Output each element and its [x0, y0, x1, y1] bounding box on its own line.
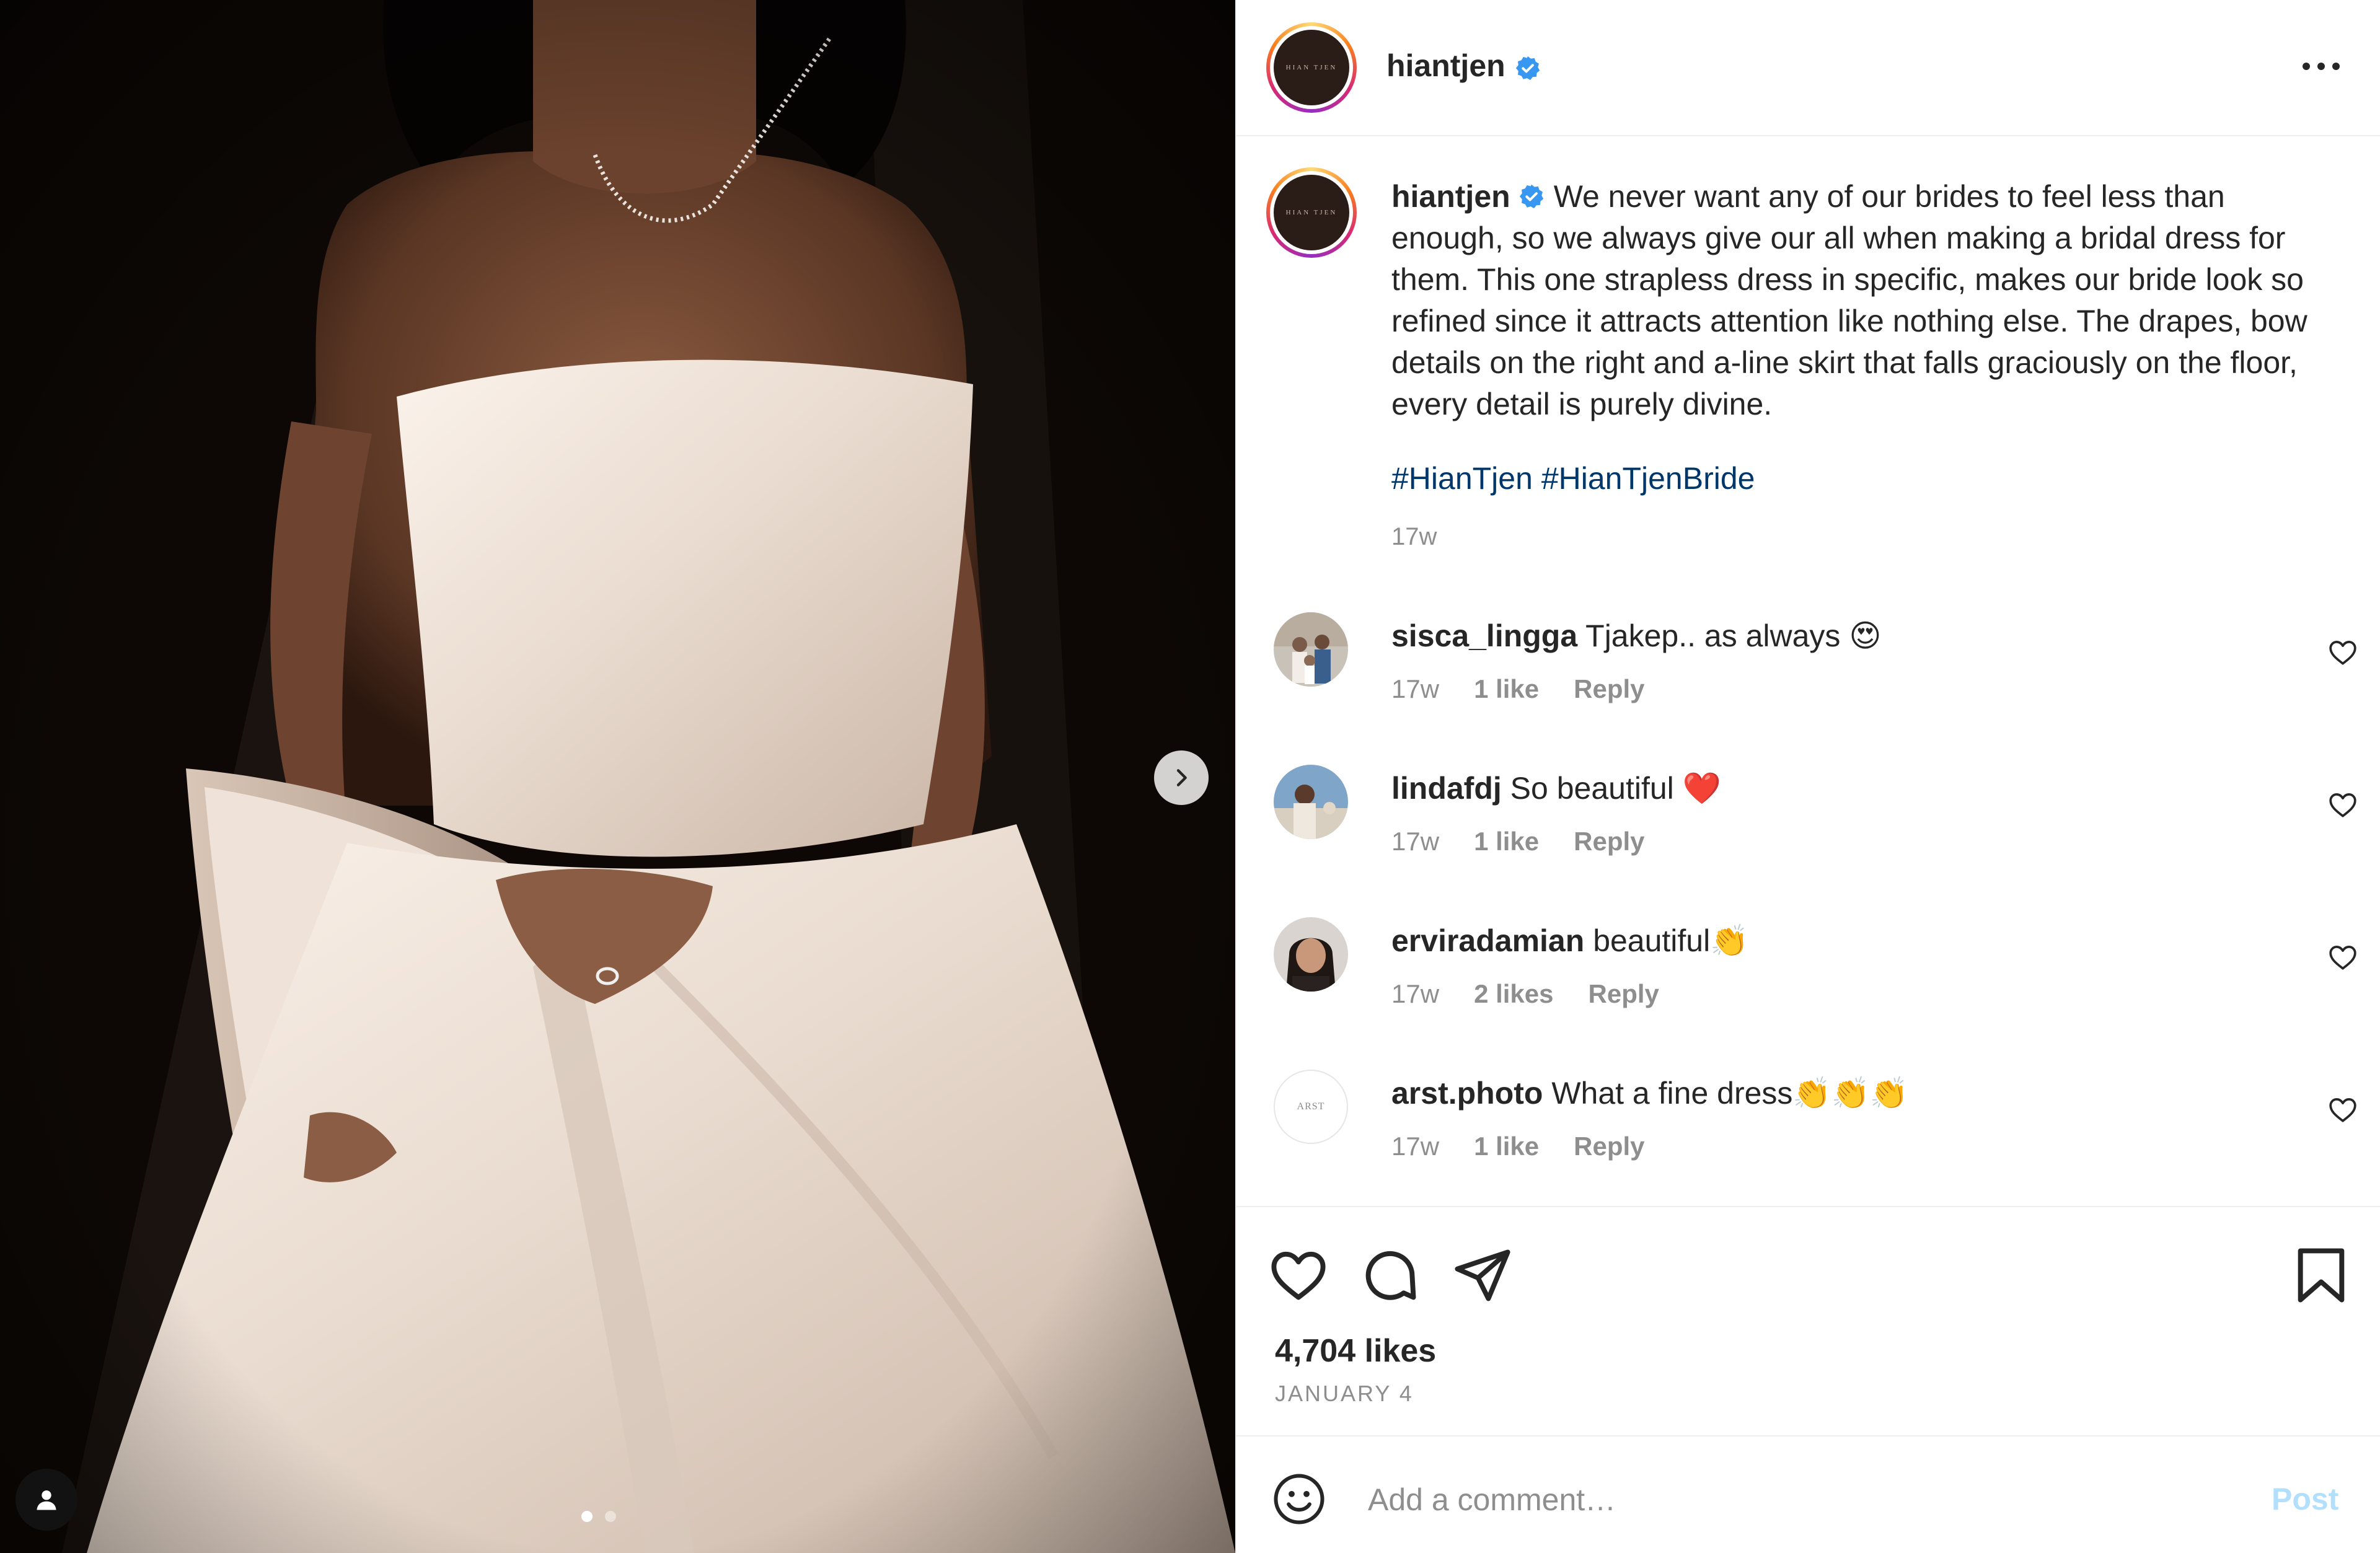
comment-reply-button[interactable]: Reply — [1574, 674, 1644, 704]
comment-like-count[interactable]: 1 like — [1474, 1132, 1539, 1161]
caption-text: hiantjen We never want any of our brides … — [1391, 176, 2334, 425]
user-tag-icon — [37, 1490, 56, 1510]
comment-reply-button[interactable]: Reply — [1589, 979, 1659, 1009]
carousel-dot — [605, 1511, 616, 1522]
commenter-avatar[interactable] — [1274, 917, 1348, 992]
like-count[interactable]: 4,704 likes — [1275, 1332, 1436, 1370]
hashtag-link[interactable]: #HianTjenBride — [1541, 461, 1755, 496]
commenter-avatar[interactable]: ARST — [1274, 1070, 1348, 1144]
post-actions: 4,704 likes JANUARY 4 — [1236, 1206, 2380, 1435]
comment-username[interactable]: arst.photo — [1391, 1076, 1543, 1111]
comment-reply-button[interactable]: Reply — [1574, 1132, 1644, 1161]
carousel-indicator — [581, 1511, 616, 1522]
caption-timestamp[interactable]: 17w — [1391, 523, 1437, 551]
comment-item: ARST arst.photo What a fine dress👏👏👏 17w… — [1236, 1070, 2380, 1194]
comment-like-count[interactable]: 1 like — [1474, 674, 1539, 704]
carousel-dot — [581, 1511, 593, 1522]
post-photo — [0, 0, 1235, 1553]
hashtag-link[interactable]: #HianTjen — [1391, 461, 1533, 496]
heart-icon[interactable] — [2327, 637, 2358, 668]
author-username-header[interactable]: hiantjen — [1386, 47, 1541, 84]
verified-badge-icon — [1515, 56, 1540, 80]
comment-meta: 17w 2 likes Reply — [1391, 979, 1659, 1009]
comment-bubble-icon[interactable] — [1359, 1244, 1421, 1306]
comment-text: lindafdj So beautiful ❤️ — [1391, 770, 1721, 807]
caption-username[interactable]: hiantjen — [1391, 179, 1510, 214]
instagram-post-modal: HIAN TJEN hiantjen HIAN TJEN hiantjen We… — [0, 0, 2380, 1553]
smiley-icon[interactable] — [1271, 1471, 1327, 1527]
heart-icon[interactable] — [2327, 790, 2358, 820]
heart-icon[interactable] — [1267, 1244, 1329, 1306]
comment-time[interactable]: 17w — [1391, 674, 1439, 704]
comment-body: Tjakep.. as always 😍 — [1585, 618, 1882, 653]
heart-icon[interactable] — [2327, 942, 2358, 973]
comment-username[interactable]: lindafdj — [1391, 771, 1502, 806]
post-details-panel: HIAN TJEN hiantjen HIAN TJEN hiantjen We… — [1235, 0, 2380, 1553]
comment-meta: 17w 1 like Reply — [1391, 1132, 1645, 1161]
comment-meta: 17w 1 like Reply — [1391, 827, 1645, 856]
comment-text: sisca_lingga Tjakep.. as always 😍 — [1391, 617, 1881, 654]
comment-time[interactable]: 17w — [1391, 1132, 1439, 1161]
next-photo-button[interactable] — [1154, 750, 1209, 805]
comment-item: erviradamian beautiful👏 17w 2 likes Repl… — [1236, 917, 2380, 1041]
comment-time[interactable]: 17w — [1391, 979, 1439, 1009]
post-header: HIAN TJEN hiantjen — [1236, 0, 2380, 136]
verified-badge-icon — [1519, 184, 1543, 208]
comment-reply-button[interactable]: Reply — [1574, 827, 1644, 856]
commenter-avatar-text: ARST — [1297, 1101, 1325, 1112]
comment-meta: 17w 1 like Reply — [1391, 674, 1645, 704]
comment-like-count[interactable]: 2 likes — [1474, 979, 1553, 1009]
comment-time[interactable]: 17w — [1391, 827, 1439, 856]
comment-text: erviradamian beautiful👏 — [1391, 922, 1748, 959]
comment-item: sisca_lingga Tjakep.. as always 😍 17w 1 … — [1236, 612, 2380, 736]
post-media — [0, 0, 1235, 1553]
comment-composer: Post — [1236, 1435, 2380, 1553]
caption-avatar: HIAN TJEN — [1274, 175, 1349, 250]
more-horizontal-icon[interactable] — [2296, 51, 2346, 82]
caption-body: We never want any of our brides to feel … — [1391, 179, 2307, 421]
caption-avatar-story-ring[interactable]: HIAN TJEN — [1266, 167, 1357, 258]
author-avatar: HIAN TJEN — [1274, 30, 1349, 105]
tagged-users-button[interactable] — [15, 1469, 77, 1531]
post-date[interactable]: JANUARY 4 — [1275, 1381, 1414, 1407]
comment-like-count[interactable]: 1 like — [1474, 827, 1539, 856]
comment-username[interactable]: erviradamian — [1391, 923, 1584, 958]
author-username[interactable]: hiantjen — [1386, 48, 1505, 83]
author-avatar-story-ring[interactable]: HIAN TJEN — [1266, 22, 1357, 113]
post-comment-button[interactable]: Post — [2272, 1481, 2338, 1517]
comment-item: lindafdj So beautiful ❤️ 17w 1 like Repl… — [1236, 765, 2380, 889]
comment-text: arst.photo What a fine dress👏👏👏 — [1391, 1075, 1908, 1112]
commenter-avatar[interactable] — [1274, 765, 1348, 839]
comment-body: So beautiful ❤️ — [1510, 771, 1721, 806]
comment-body: beautiful👏 — [1593, 923, 1749, 958]
heart-icon[interactable] — [2327, 1094, 2358, 1125]
comment-input[interactable] — [1367, 1471, 2237, 1528]
bookmark-icon[interactable] — [2290, 1244, 2352, 1306]
caption-hashtags: #HianTjen #HianTjenBride — [1391, 460, 1755, 497]
comment-username[interactable]: sisca_lingga — [1391, 618, 1577, 653]
chevron-right-icon — [1176, 769, 1187, 786]
commenter-avatar[interactable] — [1274, 612, 1348, 687]
comment-body: What a fine dress👏👏👏 — [1551, 1076, 1909, 1111]
paper-plane-icon[interactable] — [1451, 1244, 1513, 1306]
